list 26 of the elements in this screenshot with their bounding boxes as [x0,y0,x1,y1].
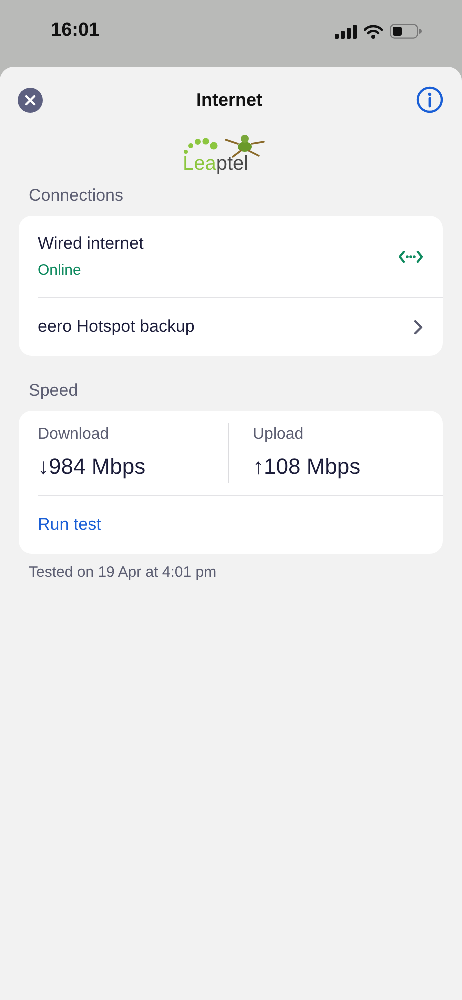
metric-label: Download [38,425,110,445]
metric-value: ↑108 Mbps [253,453,362,481]
battery-icon [390,24,422,39]
logo-text: ptel [216,153,249,175]
logo-text: Lea [183,153,216,175]
metric-value: ↓984 Mbps [38,453,147,481]
page-title: Internet [196,88,262,112]
metric-label: Upload [253,425,305,445]
connection-title: eero Hotspot backup [38,316,196,338]
run-test-link[interactable]: Run test [38,512,102,538]
signal-icon [335,24,357,38]
connection-title: Wired internet [38,232,145,254]
section-label: Speed [28,380,80,400]
status-time: 16:01 [51,19,100,44]
close-icon [25,94,36,106]
info-icon[interactable] [416,86,444,114]
close-button[interactable] [18,88,43,112]
test-timestamp: Tested on 19 Apr at 4:01 pm [28,563,218,583]
section-label: Connections [28,185,125,205]
connection-status: Online [38,261,82,281]
chevron-right-icon [414,320,423,334]
wifi-icon [364,24,383,38]
connection-row[interactable]: eero Hotspot backup [38,298,443,356]
ethernet-icon [399,250,423,262]
connection-row[interactable]: Wired internet Online [38,216,443,298]
logo-dots-drawing [184,138,218,154]
